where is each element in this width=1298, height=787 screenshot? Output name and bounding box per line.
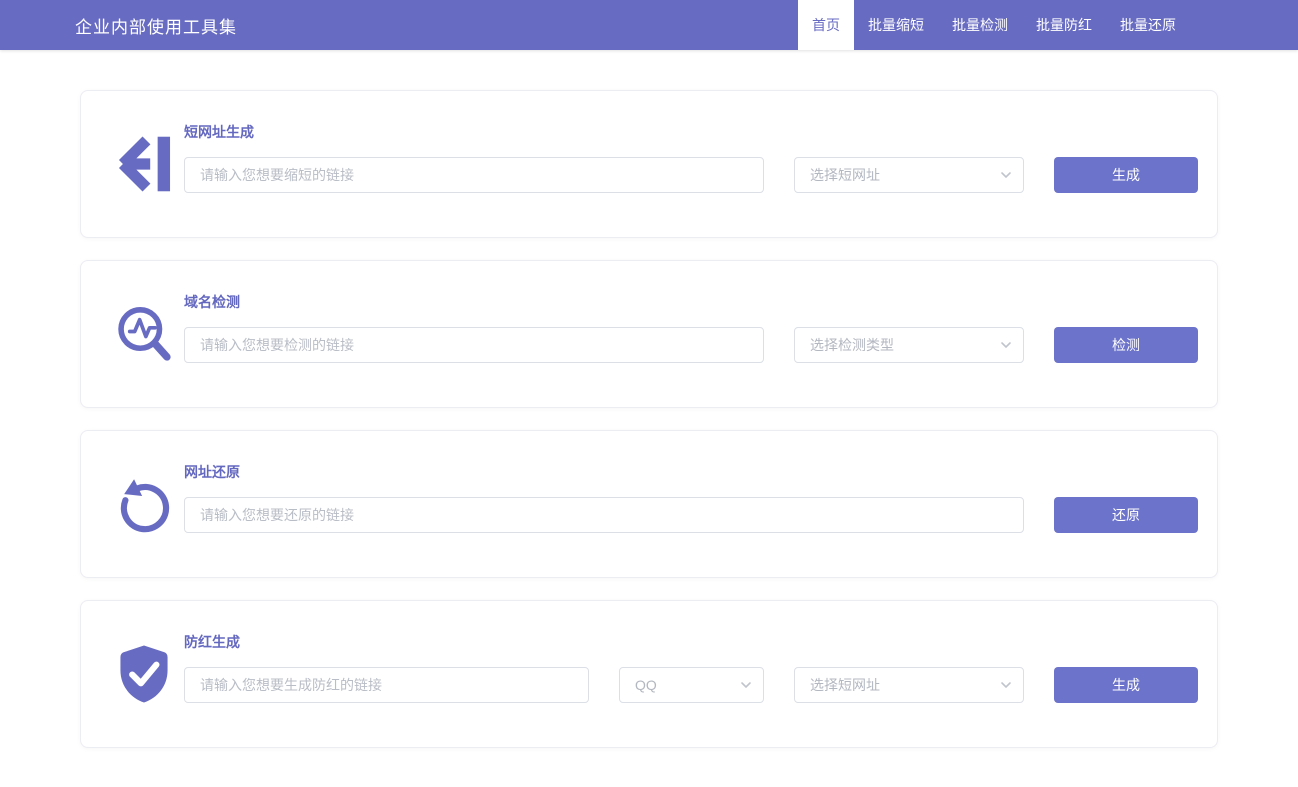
card-url-restore-body: 网址还原 还原 [184, 462, 1198, 533]
generate-button[interactable]: 生成 [1054, 667, 1198, 703]
select-value: 选择检测类型 [810, 335, 894, 355]
nav-tab-batch-shorten[interactable]: 批量缩短 [854, 0, 938, 50]
card-title: 域名检测 [184, 292, 1198, 312]
check-link-input[interactable] [184, 327, 764, 363]
check-button[interactable]: 检测 [1054, 327, 1198, 363]
restore-link-input[interactable] [184, 497, 1024, 533]
restore-button[interactable]: 还原 [1054, 497, 1198, 533]
card-short-url: 短网址生成 选择短网址 生成 [80, 90, 1218, 238]
main-nav: 首页 批量缩短 批量检测 批量防红 批量还原 [798, 0, 1190, 50]
antired-link-input[interactable] [184, 667, 589, 703]
select-value: 选择短网址 [810, 165, 880, 185]
short-url-type-select[interactable]: 选择短网址 [794, 157, 1024, 193]
search-pulse-icon [104, 303, 184, 365]
card-title: 短网址生成 [184, 122, 1198, 142]
select-value: 选择短网址 [810, 675, 880, 695]
nav-tab-batch-antired[interactable]: 批量防红 [1022, 0, 1106, 50]
chevron-down-icon [739, 678, 753, 692]
nav-tab-batch-restore[interactable]: 批量还原 [1106, 0, 1190, 50]
short-url-type-select[interactable]: 选择短网址 [794, 667, 1024, 703]
nav-tab-batch-check[interactable]: 批量检测 [938, 0, 1022, 50]
card-antired-body: 防红生成 QQ 选择短网址 生成 [184, 632, 1198, 703]
chevron-down-icon [999, 338, 1013, 352]
main-content: 短网址生成 选择短网址 生成 域名检测 [0, 50, 1298, 748]
card-title: 防红生成 [184, 632, 1198, 652]
app-title: 企业内部使用工具集 [75, 13, 237, 38]
nav-tab-home[interactable]: 首页 [798, 0, 854, 50]
shorten-link-input[interactable] [184, 157, 764, 193]
app-header: 企业内部使用工具集 首页 批量缩短 批量检测 批量防红 批量还原 [0, 0, 1298, 50]
chevron-down-icon [999, 168, 1013, 182]
card-url-restore: 网址还原 还原 [80, 430, 1218, 578]
card-domain-check-body: 域名检测 选择检测类型 检测 [184, 292, 1198, 363]
card-short-url-body: 短网址生成 选择短网址 生成 [184, 122, 1198, 193]
check-type-select[interactable]: 选择检测类型 [794, 327, 1024, 363]
platform-select[interactable]: QQ [619, 667, 764, 703]
shield-check-icon [104, 643, 184, 705]
card-domain-check: 域名检测 选择检测类型 检测 [80, 260, 1218, 408]
generate-button[interactable]: 生成 [1054, 157, 1198, 193]
select-value: QQ [635, 677, 657, 693]
card-title: 网址还原 [184, 462, 1198, 482]
step-back-arrow-icon [104, 133, 184, 195]
undo-arrow-icon [104, 473, 184, 535]
card-antired: 防红生成 QQ 选择短网址 生成 [80, 600, 1218, 748]
chevron-down-icon [999, 678, 1013, 692]
